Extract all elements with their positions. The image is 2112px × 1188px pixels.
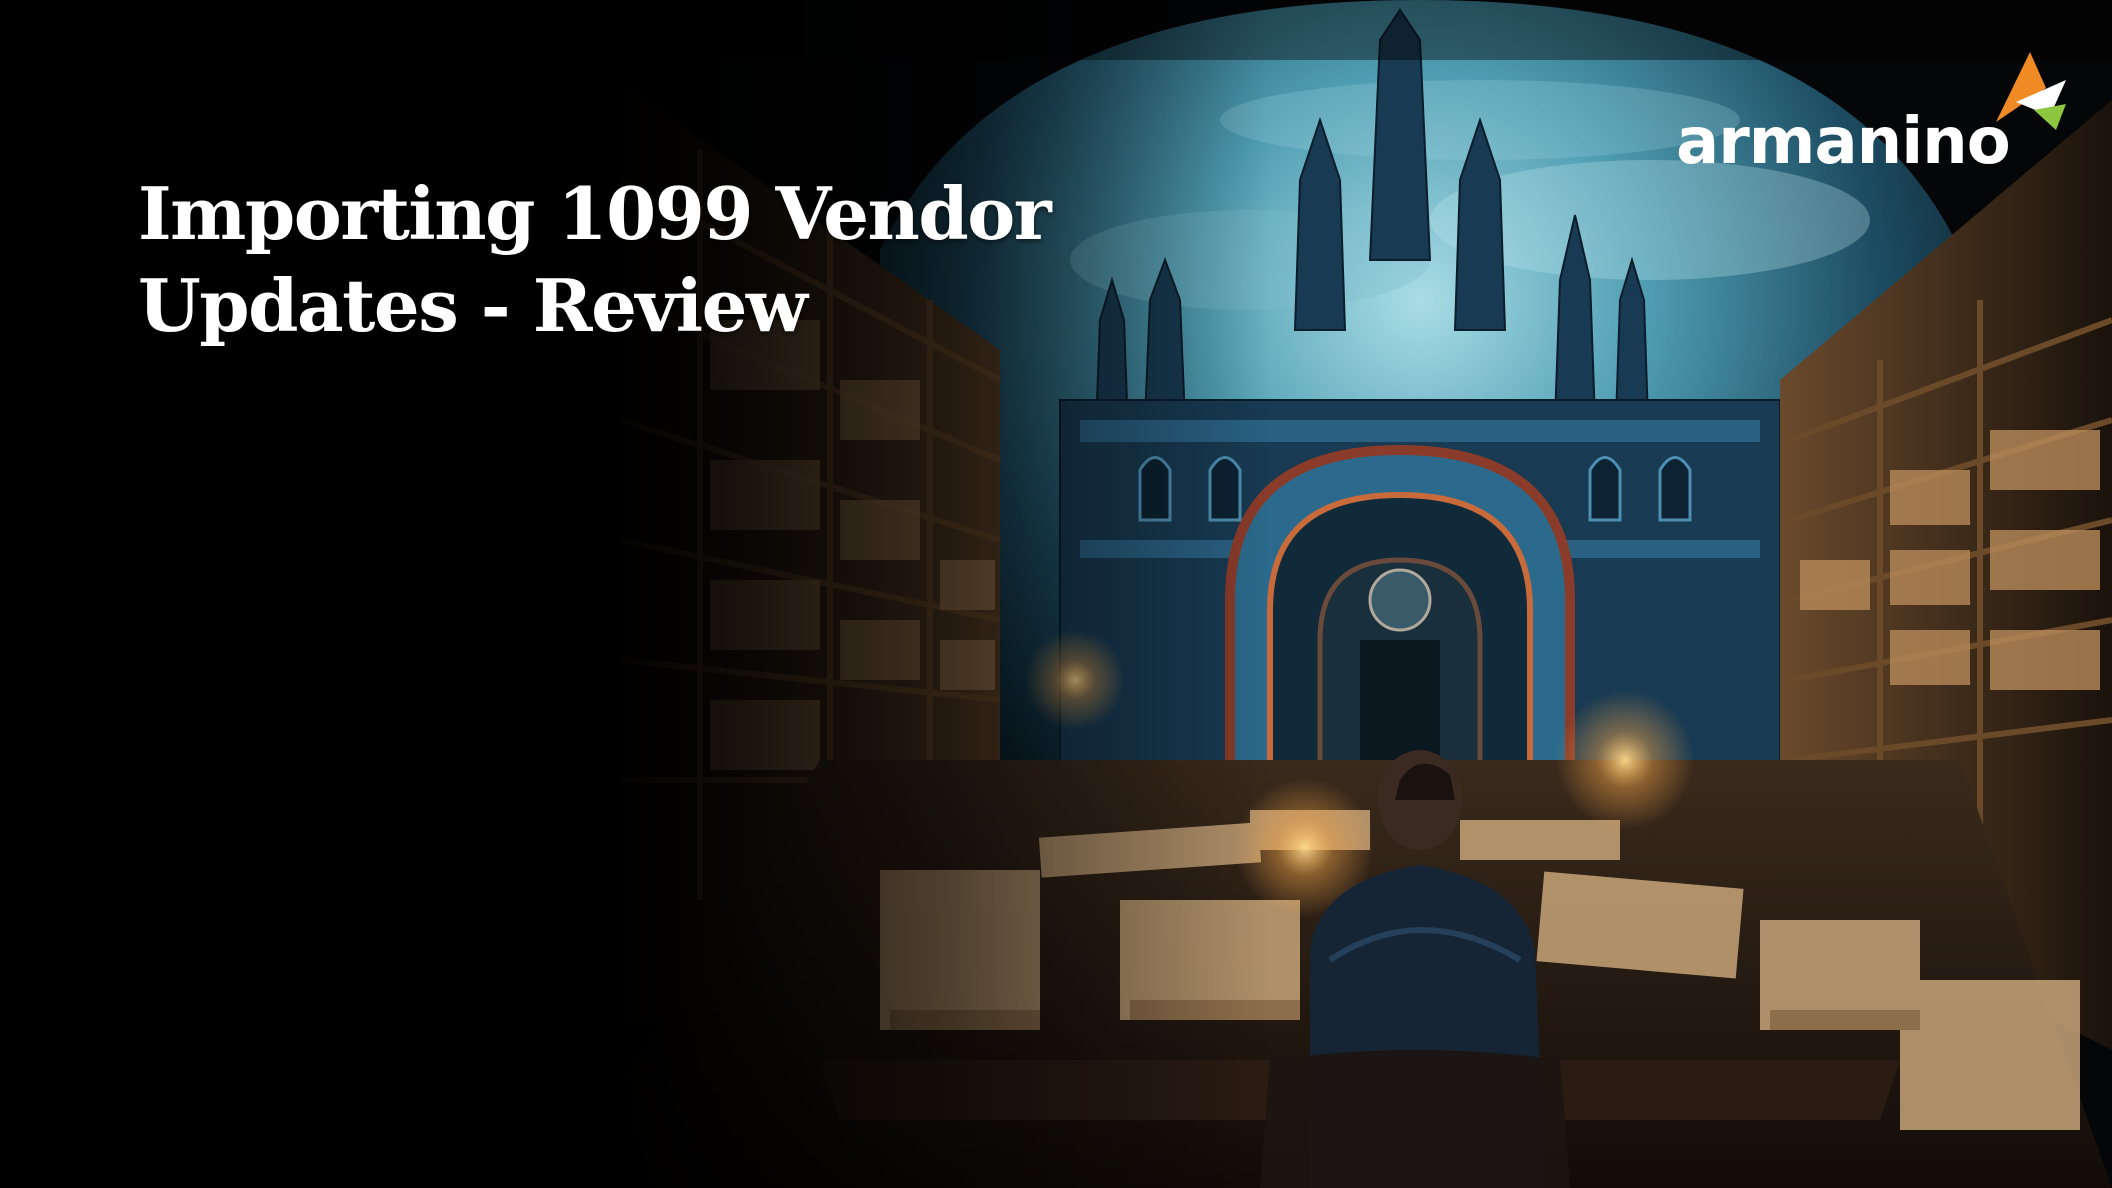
armanino-logo: armanino: [1676, 50, 2076, 180]
title-slide: Importing 1099 Vendor Updates - Review a…: [0, 0, 2112, 1188]
logo-wordmark: armanino: [1676, 105, 2011, 179]
armanino-arrow-mark-icon: [1996, 52, 2066, 130]
slide-title: Importing 1099 Vendor Updates - Review: [138, 171, 1052, 348]
